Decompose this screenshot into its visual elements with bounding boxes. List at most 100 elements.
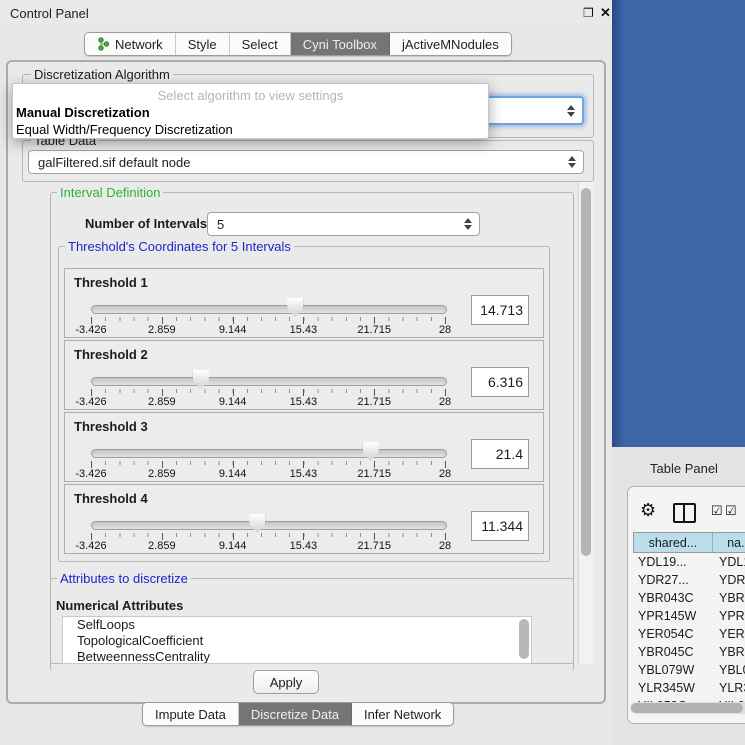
major-tick (374, 389, 375, 396)
thresholds-group-label: Threshold's Coordinates for 5 Intervals (65, 239, 294, 254)
tab-label: Network (115, 37, 163, 52)
numerical-attributes-list[interactable]: SelfLoopsTopologicalCoefficientBetweenne… (62, 616, 532, 664)
threshold-value-field[interactable]: 21.4 (471, 439, 529, 469)
tick-label: 28 (439, 468, 451, 480)
attribute-item-selfloops[interactable]: SelfLoops (63, 617, 531, 633)
table-row[interactable]: YLR345WYLR3 (633, 679, 745, 697)
slider-thumb[interactable] (249, 514, 265, 533)
major-tick (374, 317, 375, 324)
combo-stepper-icon[interactable] (567, 105, 575, 117)
table-horizontal-scrollbar[interactable] (630, 702, 745, 714)
tab-jactivemnodules[interactable]: jActiveMNodules (390, 33, 511, 55)
table-data-combobox[interactable]: galFiltered.sif default node (28, 150, 584, 174)
panel-vertical-scrollbar[interactable] (578, 182, 594, 664)
cell-name: YDR2 (713, 571, 745, 589)
apply-button[interactable]: Apply (253, 670, 319, 694)
major-tick (91, 533, 92, 540)
discretization-algorithm-label: Discretization Algorithm (31, 67, 173, 82)
threshold-block-1: Threshold 1-3.4262.8599.14415.4321.71528… (64, 268, 544, 338)
number-of-intervals-combobox[interactable]: 5 (207, 212, 480, 236)
column-header-shared-[interactable]: shared... (634, 533, 713, 552)
tick-label: 2.859 (148, 540, 176, 552)
tick-label: 28 (439, 396, 451, 408)
table-row[interactable]: YER054CYER0 (633, 625, 745, 643)
scrollbar-thumb[interactable] (581, 188, 591, 556)
column-header-na-[interactable]: na... (713, 533, 745, 552)
cell-name: YER0 (713, 625, 745, 643)
tab-network[interactable]: Network (85, 33, 176, 55)
slider-thumb[interactable] (193, 370, 209, 389)
popup-item-manual-discretization[interactable]: Manual Discretization (13, 104, 488, 121)
tick-label: 15.43 (290, 396, 318, 408)
tick-label: 15.43 (290, 540, 318, 552)
major-tick (445, 389, 446, 396)
attribute-item-betweennesscentrality[interactable]: BetweennessCentrality (63, 649, 531, 664)
major-tick (162, 389, 163, 396)
tick-label: 15.43 (290, 324, 318, 336)
checkbox-icon[interactable]: ☑ (711, 503, 723, 519)
major-tick (445, 533, 446, 540)
slider-track[interactable] (91, 305, 447, 314)
slider-ticks (91, 317, 446, 323)
table-panel-card: ⚙ ☑ ☑ shared...na... YDL19...YDL1YDR27..… (627, 486, 745, 724)
threshold-value-field[interactable]: 14.713 (471, 295, 529, 325)
tick-label: 9.144 (219, 468, 247, 480)
checkbox-icon[interactable]: ☑ (725, 503, 737, 519)
cell-name: YBR0 (713, 643, 745, 661)
slider-track[interactable] (91, 521, 447, 530)
cell-name: YDL1 (713, 553, 745, 571)
table-row[interactable]: YDR27...YDR2 (633, 571, 745, 589)
number-of-intervals-value: 5 (217, 217, 224, 232)
combo-stepper-icon[interactable] (464, 218, 472, 230)
gear-icon[interactable]: ⚙ (640, 500, 656, 521)
tab-label: Style (188, 37, 217, 52)
tab-label: Infer Network (364, 707, 441, 722)
major-tick (303, 389, 304, 396)
major-tick (303, 317, 304, 324)
major-tick (374, 533, 375, 540)
tab-infer-network[interactable]: Infer Network (352, 703, 453, 725)
top-tab-bar: Network Style Select Cyni ToolboxjActiveMNo… (84, 32, 512, 56)
threshold-value-field[interactable]: 11.344 (471, 511, 529, 541)
network-desktop-background: GAL80GCGAL11GAL4GCY1HHAP2 (612, 0, 745, 447)
cell-shared-name: YER054C (633, 625, 713, 643)
combo-stepper-icon[interactable] (568, 156, 576, 168)
major-tick (445, 461, 446, 468)
table-row[interactable]: YBR045CYBR0 (633, 643, 745, 661)
major-tick (233, 461, 234, 468)
table-row[interactable]: YBL079WYBL0 (633, 661, 745, 679)
close-icon[interactable]: ✕ (600, 5, 611, 21)
tab-style[interactable]: Style (176, 33, 230, 55)
tick-label: 21.715 (357, 540, 391, 552)
popup-item-equal-width-frequency-discretization[interactable]: Equal Width/Frequency Discretization (13, 121, 488, 138)
table-row[interactable]: YBR043CYBR0 (633, 589, 745, 607)
tick-label: 21.715 (357, 324, 391, 336)
tab-discretize-data[interactable]: Discretize Data (239, 703, 352, 725)
tab-select[interactable]: Select (230, 33, 291, 55)
threshold-label: Threshold 2 (74, 347, 148, 362)
table-row[interactable]: YDL19...YDL1 (633, 553, 745, 571)
tick-label: 2.859 (148, 324, 176, 336)
tick-label: -3.426 (75, 468, 106, 480)
scrollbar-thumb[interactable] (631, 703, 743, 713)
slider-thumb[interactable] (363, 442, 379, 461)
table-row[interactable]: YPR145WYPR1 (633, 607, 745, 625)
major-tick (91, 317, 92, 324)
tab-label: Impute Data (155, 707, 226, 722)
tab-cyni-toolbox[interactable]: Cyni Toolbox (291, 33, 390, 55)
slider-track[interactable] (91, 377, 447, 386)
tick-label: 28 (439, 540, 451, 552)
attribute-item-topologicalcoefficient[interactable]: TopologicalCoefficient (63, 633, 531, 649)
tab-label: Select (242, 37, 278, 52)
threshold-value-field[interactable]: 6.316 (471, 367, 529, 397)
tab-impute-data[interactable]: Impute Data (143, 703, 239, 725)
split-columns-icon[interactable] (673, 503, 696, 523)
float-window-icon[interactable]: ❐ (583, 6, 594, 20)
threshold-label: Threshold 4 (74, 491, 148, 506)
slider-thumb[interactable] (287, 298, 303, 317)
cell-shared-name: YBL079W (633, 661, 713, 679)
list-scrollbar[interactable] (519, 619, 529, 659)
threshold-label: Threshold 3 (74, 419, 148, 434)
table-panel-region: Table Panel ⚙ ☑ ☑ shared...na... YDL19..… (612, 447, 745, 745)
slider-track[interactable] (91, 449, 447, 458)
